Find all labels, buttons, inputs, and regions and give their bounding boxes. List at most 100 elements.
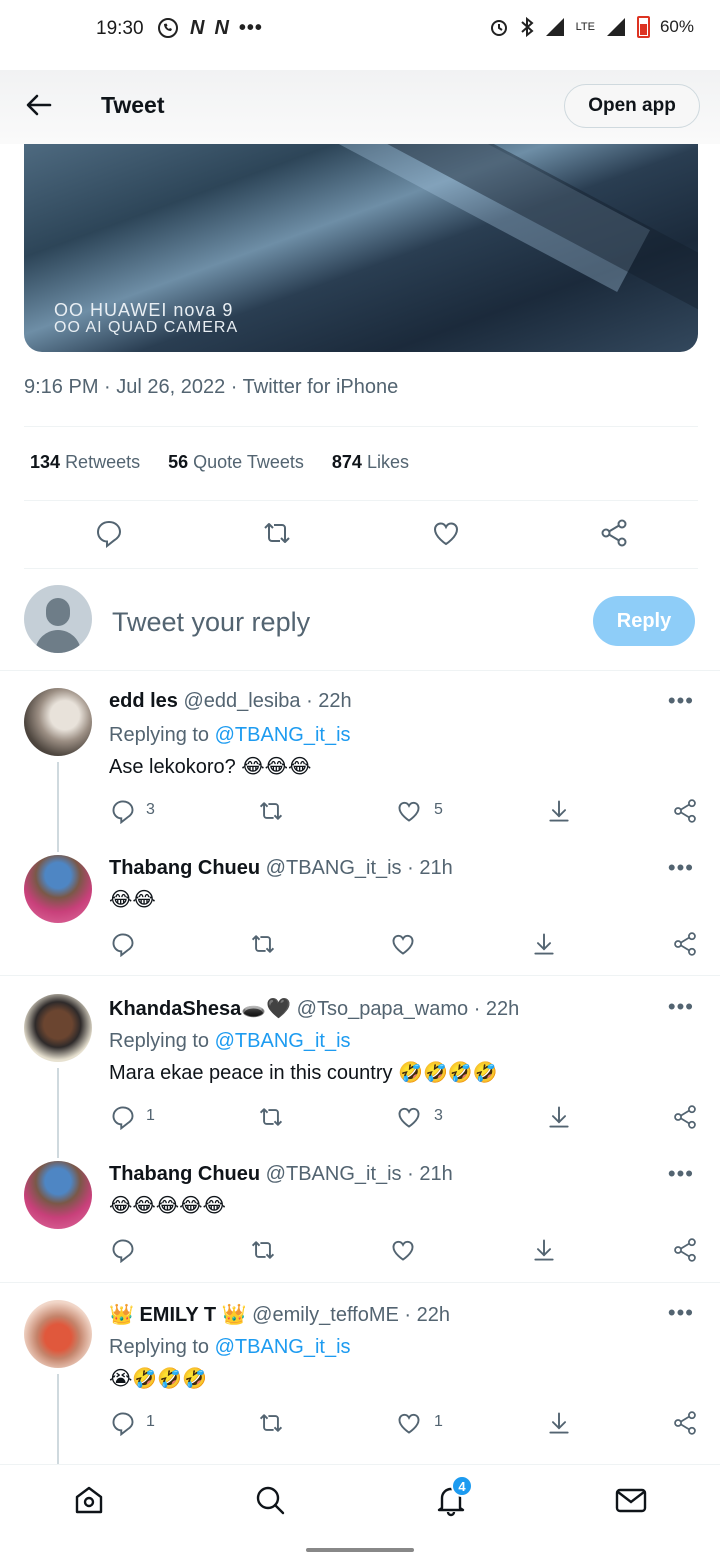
share-icon[interactable] [672,1104,698,1130]
reply-action-bar [0,1237,720,1267]
status-notification-icons: N N ••• [156,16,263,40]
reply-text: 😂😂😂😂😂 [109,1195,226,1217]
reply-button[interactable]: Reply [593,596,695,646]
author-handle-time[interactable]: @edd_lesiba · 22h [183,690,351,712]
download-icon[interactable] [546,1104,572,1130]
tweet-action-bar [0,518,720,554]
retweet-icon[interactable] [250,1237,276,1263]
quote-tweets-stat[interactable]: 56 Quote Tweets [168,452,304,473]
like-icon[interactable] [390,1237,416,1263]
retweet-icon[interactable] [258,1410,284,1436]
retweets-stat[interactable]: 134 Retweets [30,452,140,473]
likes-label: Likes [366,452,409,472]
gesture-home-bar[interactable] [306,1548,414,1552]
author-handle-time[interactable]: @Tso_papa_wamo · 22h [297,998,520,1020]
reply-text: 😭🤣🤣🤣 [109,1368,208,1390]
retweet-icon[interactable] [262,518,292,548]
share-icon[interactable] [672,931,698,957]
replying-to-handle[interactable]: @TBANG_it_is [215,724,351,746]
n-icon: N [190,16,205,39]
signal-icon [545,18,564,36]
reply-text: Mara ekae peace in this country 🤣🤣🤣🤣 [109,1062,498,1084]
author-name[interactable]: edd les [109,690,178,712]
download-icon[interactable] [531,1237,557,1263]
home-icon[interactable] [72,1483,106,1517]
avatar[interactable] [24,1161,92,1229]
like-icon[interactable] [396,798,422,824]
reply-icon[interactable] [110,1237,136,1263]
reply-count: 1 [146,1413,155,1430]
replying-to: Replying to @TBANG_it_is [109,724,351,747]
likes-stat[interactable]: 874 Likes [332,452,409,473]
divider [0,1282,720,1283]
reply-icon[interactable] [110,798,136,824]
status-bar: 19:30 N N ••• LTE 60% [0,0,720,62]
back-arrow-icon[interactable] [24,90,54,120]
camera-watermark-line2: OO AI QUAD CAMERA [54,319,239,336]
share-icon[interactable] [672,1237,698,1263]
author-name[interactable]: KhandaShesa🕳️🖤 [109,998,291,1020]
avatar[interactable] [24,688,92,756]
tweet-media-image[interactable]: OO HUAWEI nova 9 OO AI QUAD CAMERA [24,144,698,352]
author-handle-time[interactable]: @emily_teffoME · 22h [252,1304,450,1326]
reply-count: 3 [146,801,155,818]
download-icon[interactable] [531,931,557,957]
like-icon[interactable] [390,931,416,957]
more-options-icon[interactable]: ••• [668,688,694,714]
author-name[interactable]: Thabang Chueu [109,857,260,879]
tweet-header: Tweet Open app [0,70,720,144]
battery-percent: 60% [659,17,694,36]
share-icon[interactable] [599,518,629,548]
reply-action-bar: 1 1 [0,1410,720,1440]
reply-icon[interactable] [110,931,136,957]
reply-action-bar [0,931,720,961]
reply-count: 1 [146,1107,155,1124]
alarm-icon [490,20,507,36]
share-icon[interactable] [672,1410,698,1436]
messages-envelope-icon[interactable] [614,1483,648,1517]
author-name[interactable]: Thabang Chueu [109,1163,260,1185]
like-icon[interactable] [396,1410,422,1436]
retweets-label: Retweets [65,452,141,472]
more-dots-icon: ••• [238,16,263,39]
quote-tweets-label: Quote Tweets [193,452,304,472]
reply-icon[interactable] [110,1410,136,1436]
share-icon[interactable] [672,798,698,824]
more-options-icon[interactable]: ••• [668,994,694,1020]
avatar[interactable] [24,855,92,923]
download-icon[interactable] [546,798,572,824]
replying-to-handle[interactable]: @TBANG_it_is [215,1030,351,1052]
replying-prefix: Replying to [109,724,210,746]
avatar[interactable] [24,1300,92,1368]
like-icon[interactable] [396,1104,422,1130]
reply-action-bar: 3 5 [0,798,720,828]
replying-prefix: Replying to [109,1336,210,1358]
reply-header: edd les @edd_lesiba · 22h [109,690,352,713]
open-app-button[interactable]: Open app [564,84,700,128]
tweet-stats: 134 Retweets 56 Quote Tweets 874 Likes [30,452,409,473]
retweet-icon[interactable] [250,931,276,957]
retweet-icon[interactable] [258,1104,284,1130]
page-title: Tweet [101,92,165,118]
reply-action-bar: 1 3 [0,1104,720,1134]
retweet-icon[interactable] [258,798,284,824]
more-options-icon[interactable]: ••• [668,855,694,881]
search-icon[interactable] [253,1483,287,1517]
more-options-icon[interactable]: ••• [668,1300,694,1326]
avatar-head [46,598,70,626]
reply-icon[interactable] [110,1104,136,1130]
like-icon[interactable] [431,518,461,548]
quote-tweets-count: 56 [168,452,189,472]
avatar[interactable] [24,994,92,1062]
tweet-reply-input[interactable]: Tweet your reply [112,607,310,638]
download-icon[interactable] [546,1410,572,1436]
replying-to-handle[interactable]: @TBANG_it_is [215,1336,351,1358]
divider [24,500,698,501]
reply-header: 👑 EMILY T 👑 @emily_teffoME · 22h [109,1302,450,1327]
reply-icon[interactable] [94,518,124,548]
status-time: 19:30 [96,18,144,39]
author-name[interactable]: 👑 EMILY T 👑 [109,1304,247,1326]
author-handle-time[interactable]: @TBANG_it_is · 21h [266,857,453,879]
author-handle-time[interactable]: @TBANG_it_is · 21h [266,1163,453,1185]
more-options-icon[interactable]: ••• [668,1161,694,1187]
